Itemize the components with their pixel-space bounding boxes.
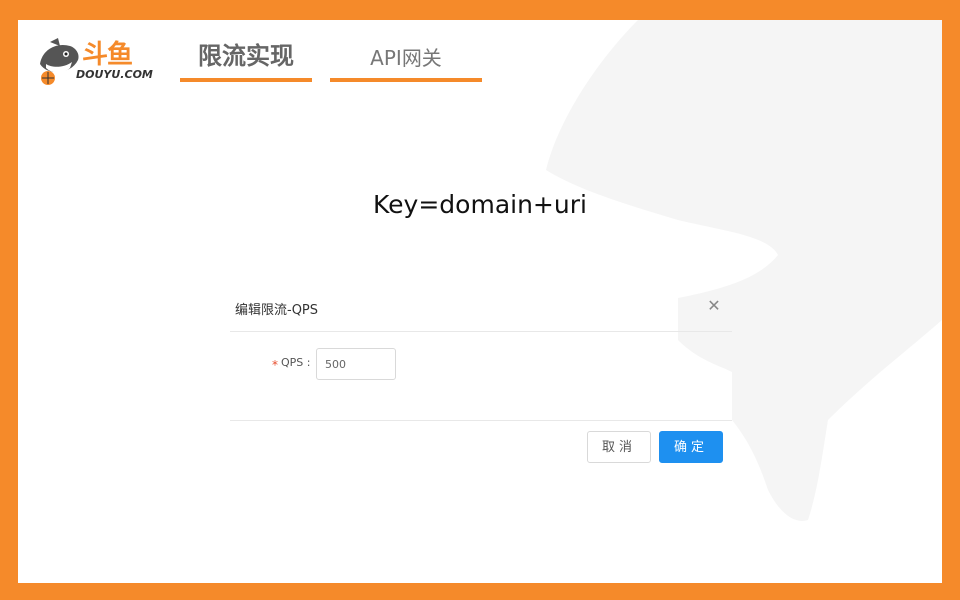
- tab-rate-limit-label: 限流实现: [198, 42, 294, 70]
- tab-rate-limit[interactable]: 限流实现: [180, 36, 312, 82]
- douyu-logo: 斗鱼 DOUYU.COM: [36, 38, 166, 88]
- slide-frame: 斗鱼 DOUYU.COM 限流实现 API网关 Key=domain+uri 编…: [18, 20, 942, 583]
- close-icon[interactable]: ✕: [706, 296, 722, 316]
- brand-name-cn: 斗鱼: [82, 40, 133, 70]
- cancel-button[interactable]: 取消: [587, 431, 651, 463]
- confirm-button[interactable]: 确定: [659, 431, 723, 463]
- qps-form-row: * QPS :: [230, 348, 732, 380]
- page-heading: Key=domain+uri: [373, 190, 587, 219]
- brand-name-en: DOUYU.COM: [76, 68, 153, 81]
- dialog-footer: 取消 确定: [230, 420, 732, 469]
- required-mark: *: [272, 358, 278, 372]
- qps-input[interactable]: [316, 348, 396, 380]
- qps-label: QPS :: [281, 356, 311, 369]
- dialog-title: 编辑限流-QPS: [235, 303, 319, 318]
- tab-api-gateway[interactable]: API网关: [330, 36, 482, 82]
- tab-api-gateway-label: API网关: [370, 46, 442, 70]
- edit-rate-limit-dialog: 编辑限流-QPS ✕ * QPS : 取消 确定: [230, 288, 732, 468]
- dialog-header: 编辑限流-QPS ✕: [230, 288, 732, 332]
